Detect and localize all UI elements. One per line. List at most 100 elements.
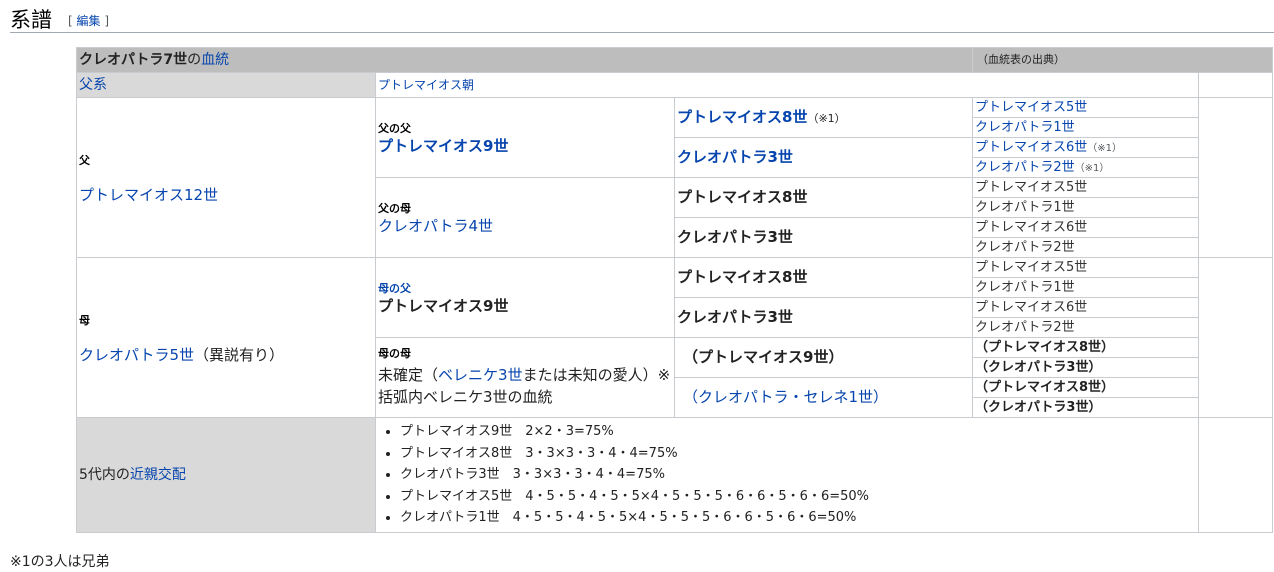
edit-link[interactable]: 編集 [77, 14, 101, 28]
g4-name-close: ） [1088, 400, 1102, 415]
fm-name[interactable]: クレオパトラ4世 [378, 219, 674, 234]
father-name[interactable]: プトレマイオス12世 [79, 187, 375, 202]
mother-cell: 母 クレオパトラ5世（異説有り） [76, 257, 376, 418]
g4-name: プトレマイオス5世 [975, 260, 1088, 275]
mother-role: 母 [79, 313, 90, 327]
mf-name: プトレマイオス9世 [378, 297, 509, 315]
g4-cell: プトレマイオス5世 [972, 257, 1199, 278]
inbreeding-list: プトレマイオス9世 2×2・3=75% プトレマイオス8世 3・3×3・3・4・… [378, 421, 1198, 529]
g4-cell: （プトレマイオス8世） [972, 377, 1199, 398]
g4-cell: クレオパトラ1世 [972, 117, 1199, 138]
g4-cell: クレオパトラ2世（※1） [972, 157, 1199, 178]
g3-name[interactable]: （クレオパトラ・セレネ1世） [677, 388, 888, 406]
g3-note: （※1） [807, 111, 846, 125]
mother-note: （異説有り） [194, 345, 285, 364]
mm-link[interactable]: ベレニケ3世 [438, 366, 523, 384]
mm-line2: 括弧内ベレニケ3世の血統 [378, 388, 553, 406]
father-cell: 父 プトレマイオス12世 [76, 97, 376, 258]
g3-cell: （クレオパトラ・セレネ1世） [674, 377, 973, 418]
g4-name: クレオパトラ2世 [975, 320, 1075, 335]
g3-cell: プトレマイオス8世 [674, 257, 973, 298]
ff-name[interactable]: プトレマイオス9世 [378, 139, 674, 154]
g4-cell: プトレマイオス6世 [972, 297, 1199, 318]
subject-name: クレオパトラ7世 [79, 52, 188, 68]
g3-name: プトレマイオス8世 [677, 268, 808, 286]
g4-note: （※1） [1074, 162, 1110, 174]
g4-name-open: （ [975, 380, 989, 395]
list-item: クレオパトラ3世 3・3×3・3・4・4=75% [400, 464, 1198, 486]
g4-cell: プトレマイオス6世（※1） [972, 137, 1199, 158]
mm-cell: 母の母 未確定（ベレニケ3世または未知の愛人）※ 括弧内ベレニケ3世の血統 [375, 337, 675, 418]
mf-role[interactable]: 母の父 [378, 282, 674, 296]
footnote: ※1の3人は兄弟 [10, 554, 110, 570]
g4-cell: クレオパトラ2世 [972, 317, 1199, 338]
g4-name: プトレマイオス6世 [975, 300, 1088, 315]
ff-role: 父の父 [378, 122, 411, 135]
inbreeding-label-cell: 5代内の近親交配 [76, 417, 376, 533]
ff-cell: 父の父 プトレマイオス9世 [375, 97, 675, 178]
inbreeding-link[interactable]: 近親交配 [130, 467, 186, 483]
g4-name: プトレマイオス6世 [975, 220, 1088, 235]
g3-cell: プトレマイオス8世 [674, 177, 973, 218]
g4-note: （※1） [1087, 142, 1123, 154]
g4-cell: クレオパトラ1世 [972, 277, 1199, 298]
g4-spacer [1198, 97, 1273, 258]
g4-name: クレオパトラ3世 [988, 360, 1089, 375]
g4-name-close: ） [1101, 380, 1115, 395]
g4-cell: （クレオパトラ3世） [972, 357, 1199, 378]
lineage-value-cell: プトレマイオス朝 [375, 72, 1199, 98]
g4-name: クレオパトラ1世 [975, 200, 1075, 215]
table-title: クレオパトラ7世の血統 [76, 47, 973, 73]
g3-cell: クレオパトラ3世 [674, 217, 973, 258]
g4-name[interactable]: クレオパトラ2世 [975, 160, 1075, 175]
g3-name[interactable]: クレオパトラ3世 [677, 148, 793, 166]
inbreeding-prefix: 5代内の [79, 467, 130, 483]
g4-name-close: ） [1088, 360, 1102, 375]
g3-cell: プトレマイオス8世（※1） [674, 97, 973, 138]
g4-name[interactable]: プトレマイオス6世 [975, 140, 1087, 155]
g4-spacer [1198, 257, 1273, 418]
g3-cell: （プトレマイオス9世） [674, 337, 973, 378]
g4-cell: プトレマイオス5世 [972, 97, 1199, 118]
g4-cell: （クレオパトラ3世） [972, 397, 1199, 418]
g4-cell: プトレマイオス5世 [972, 177, 1199, 198]
g3-name: プトレマイオス8世 [677, 188, 808, 206]
lineage-label-cell: 父系 [76, 72, 376, 98]
g4-name: クレオパトラ3世 [988, 400, 1089, 415]
list-item: プトレマイオス8世 3・3×3・3・4・4=75% [400, 443, 1198, 465]
g4-cell: （プトレマイオス8世） [972, 337, 1199, 358]
lineage-link[interactable]: 父系 [79, 77, 107, 93]
source-cell: （血統表の出典） [972, 47, 1273, 73]
source-link[interactable]: （血統表の出典） [975, 53, 1065, 66]
g4-name[interactable]: クレオパトラ1世 [975, 120, 1075, 135]
g4-cell: クレオパトラ1世 [972, 197, 1199, 218]
edit-bracket-open: [ [68, 14, 73, 28]
g3-name: （プトレマイオス9世） [683, 348, 844, 366]
g4-name[interactable]: プトレマイオス5世 [975, 100, 1087, 115]
g4-name-open: （ [975, 340, 989, 355]
father-role: 父 [79, 153, 90, 167]
title-particle: の [187, 52, 202, 68]
list-item: プトレマイオス5世 4・5・5・4・5・5×4・5・5・5・6・6・5・6・6=… [400, 486, 1198, 508]
mother-name[interactable]: クレオパトラ5世 [79, 346, 194, 364]
g3-name: クレオパトラ3世 [677, 308, 793, 326]
list-item: クレオパトラ1世 4・5・5・4・5・5×4・5・5・5・6・6・5・6・6=5… [400, 507, 1198, 529]
mm-suffix: または未知の愛人）※ [522, 366, 671, 384]
section-title: 系譜 [10, 8, 52, 32]
mm-prefix: 未確定（ [378, 366, 439, 384]
edit-section: [ 編集 ] [68, 12, 109, 29]
pedigree-table: クレオパトラ7世の血統 （血統表の出典） 父系 プトレマイオス朝 父 プトレマイ… [76, 47, 1273, 533]
edit-bracket-close: ] [104, 14, 110, 28]
g4-cell: プトレマイオス6世 [972, 217, 1199, 238]
fm-role: 父の母 [378, 202, 411, 215]
g4-name-close: ） [1101, 340, 1115, 355]
dynasty-link[interactable]: プトレマイオス朝 [378, 78, 474, 92]
g3-name[interactable]: プトレマイオス8世 [677, 108, 807, 126]
g4-name: クレオパトラ1世 [975, 280, 1075, 295]
section-heading: 系譜 [ 編集 ] [10, 2, 1274, 33]
bloodline-link[interactable]: 血統 [201, 52, 229, 68]
g3-cell: クレオパトラ3世 [674, 297, 973, 338]
fm-cell: 父の母 クレオパトラ4世 [375, 177, 675, 258]
g4-cell: クレオパトラ2世 [972, 237, 1199, 258]
lineage-empty-cell [1198, 72, 1273, 98]
